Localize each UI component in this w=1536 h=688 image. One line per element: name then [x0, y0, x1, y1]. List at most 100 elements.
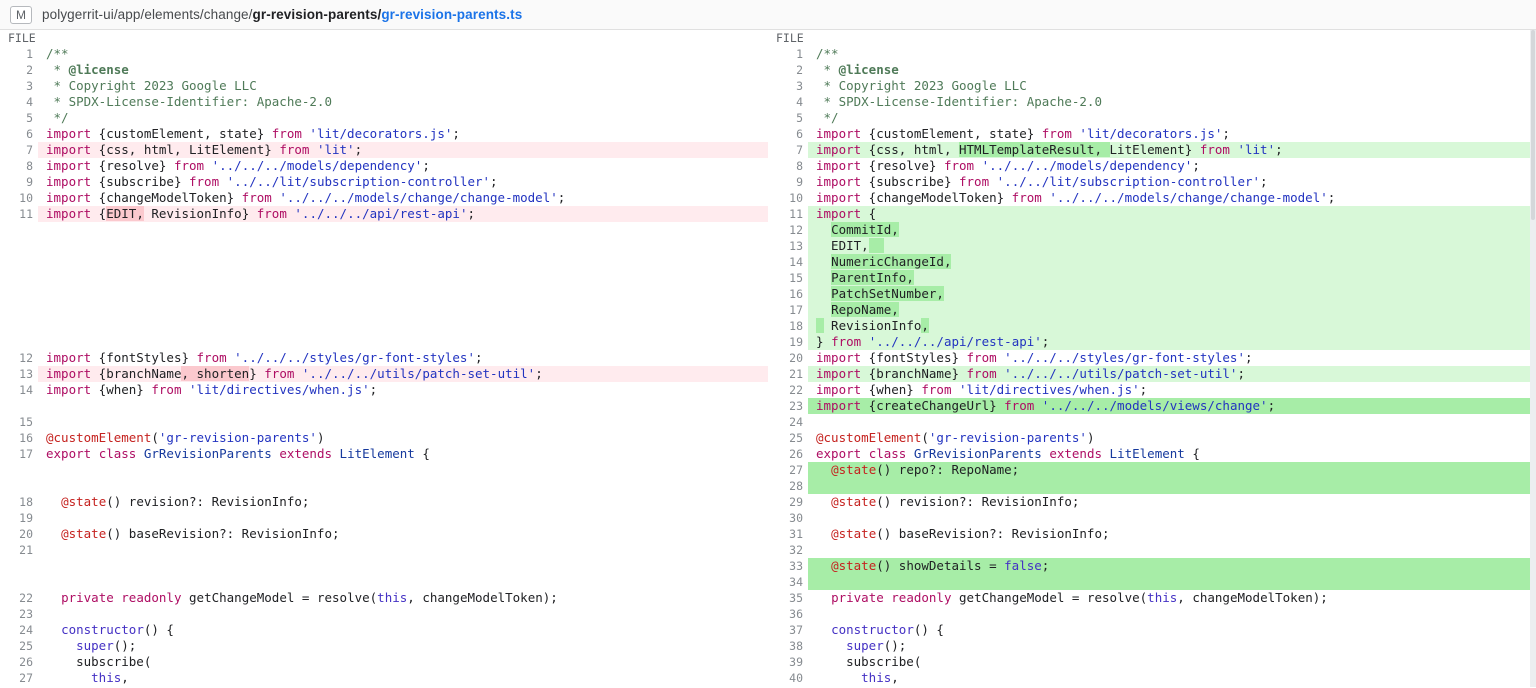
line-number[interactable]: 3 [0, 78, 38, 94]
line-number [0, 462, 38, 478]
line-number[interactable]: 18 [768, 318, 808, 334]
line-number[interactable]: 16 [768, 286, 808, 302]
diff-row: 17export class GrRevisionParents extends… [0, 446, 768, 462]
line-number[interactable]: 27 [0, 670, 38, 686]
line-number[interactable]: 9 [0, 174, 38, 190]
line-number[interactable]: 19 [768, 334, 808, 350]
line-number[interactable]: 6 [768, 126, 808, 142]
code-line: import {EDIT, RevisionInfo} from '../../… [38, 206, 768, 222]
line-number[interactable]: 5 [768, 110, 808, 126]
line-number[interactable]: 5 [0, 110, 38, 126]
line-number[interactable]: 34 [768, 574, 808, 590]
line-number[interactable]: 11 [0, 206, 38, 222]
code-line [38, 478, 768, 494]
line-number[interactable]: 17 [768, 302, 808, 318]
line-number[interactable]: 14 [768, 254, 808, 270]
code-line: import {customElement, state} from 'lit/… [808, 126, 1536, 142]
diff-row [0, 238, 768, 254]
diff-row: 3 * Copyright 2023 Google LLC [0, 78, 768, 94]
line-number[interactable]: 22 [0, 590, 38, 606]
line-number[interactable]: 36 [768, 606, 808, 622]
line-number[interactable]: 16 [0, 430, 38, 446]
diff-row: 26 subscribe( [0, 654, 768, 670]
line-number[interactable]: 21 [0, 542, 38, 558]
line-number[interactable]: 37 [768, 622, 808, 638]
line-number[interactable]: 10 [0, 190, 38, 206]
line-number[interactable]: 33 [768, 558, 808, 574]
diff-row [0, 478, 768, 494]
line-number[interactable]: 1 [768, 46, 808, 62]
line-number[interactable]: 13 [768, 238, 808, 254]
line-number[interactable]: 23 [768, 398, 808, 414]
code-line [38, 286, 768, 302]
line-number[interactable]: 15 [768, 270, 808, 286]
line-number[interactable]: 3 [768, 78, 808, 94]
line-number[interactable]: 20 [768, 350, 808, 366]
diff-row: 27 @state() repo?: RepoName; [768, 462, 1536, 478]
code-line [38, 574, 768, 590]
scrollbar-thumb[interactable] [1531, 30, 1535, 220]
code-line [38, 414, 768, 430]
line-number[interactable]: 32 [768, 542, 808, 558]
line-number[interactable]: 2 [768, 62, 808, 78]
code-line: * @license [808, 62, 1536, 78]
line-number[interactable]: 18 [0, 494, 38, 510]
code-line [808, 574, 1536, 590]
line-number[interactable]: 9 [768, 174, 808, 190]
code-line: /** [808, 46, 1536, 62]
line-number[interactable]: 7 [768, 142, 808, 158]
diff-row: 24 [768, 414, 1536, 430]
code-line: @state() baseRevision?: RevisionInfo; [808, 526, 1536, 542]
diff-row [0, 334, 768, 350]
line-number[interactable]: 4 [0, 94, 38, 110]
line-number[interactable]: 15 [0, 414, 38, 430]
line-number[interactable]: 30 [768, 510, 808, 526]
line-number[interactable]: 31 [768, 526, 808, 542]
file-path-link[interactable]: gr-revision-parents.ts [381, 7, 522, 22]
diff-row: 25@customElement('gr-revision-parents') [768, 430, 1536, 446]
code-line: import {branchName} from '../../../utils… [808, 366, 1536, 382]
line-number[interactable]: 12 [0, 350, 38, 366]
line-number[interactable]: 1 [0, 46, 38, 62]
line-number[interactable]: 8 [0, 158, 38, 174]
line-number[interactable]: 25 [0, 638, 38, 654]
line-number[interactable]: 2 [0, 62, 38, 78]
vertical-scrollbar[interactable] [1530, 30, 1536, 687]
line-number[interactable]: 4 [768, 94, 808, 110]
line-number[interactable]: 28 [768, 478, 808, 494]
code-line: */ [38, 110, 768, 126]
line-number[interactable]: 40 [768, 670, 808, 686]
code-line [808, 510, 1536, 526]
line-number[interactable]: 12 [768, 222, 808, 238]
line-number[interactable]: 13 [0, 366, 38, 382]
line-number[interactable]: 39 [768, 654, 808, 670]
code-line [38, 558, 768, 574]
line-number[interactable]: 23 [0, 606, 38, 622]
line-number[interactable]: 24 [0, 622, 38, 638]
line-number[interactable]: 38 [768, 638, 808, 654]
line-number[interactable]: 20 [0, 526, 38, 542]
diff-row: 12 CommitId, [768, 222, 1536, 238]
line-number[interactable]: 26 [0, 654, 38, 670]
line-number[interactable]: 27 [768, 462, 808, 478]
line-number[interactable]: 19 [0, 510, 38, 526]
line-number[interactable]: 24 [768, 414, 808, 430]
line-number[interactable]: 8 [768, 158, 808, 174]
code-line: subscribe( [808, 654, 1536, 670]
line-number[interactable]: 11 [768, 206, 808, 222]
diff-row: 10import {changeModelToken} from '../../… [0, 190, 768, 206]
code-line: import {subscribe} from '../../lit/subsc… [38, 174, 768, 190]
line-number[interactable]: 26 [768, 446, 808, 462]
line-number[interactable]: 22 [768, 382, 808, 398]
line-number[interactable]: 21 [768, 366, 808, 382]
line-number[interactable]: 25 [768, 430, 808, 446]
line-number[interactable]: 14 [0, 382, 38, 398]
line-number[interactable]: 7 [0, 142, 38, 158]
line-number[interactable]: 10 [768, 190, 808, 206]
diff-row: 18 @state() revision?: RevisionInfo; [0, 494, 768, 510]
diff-row: 11import {EDIT, RevisionInfo} from '../.… [0, 206, 768, 222]
line-number[interactable]: 6 [0, 126, 38, 142]
line-number[interactable]: 17 [0, 446, 38, 462]
line-number[interactable]: 29 [768, 494, 808, 510]
line-number[interactable]: 35 [768, 590, 808, 606]
